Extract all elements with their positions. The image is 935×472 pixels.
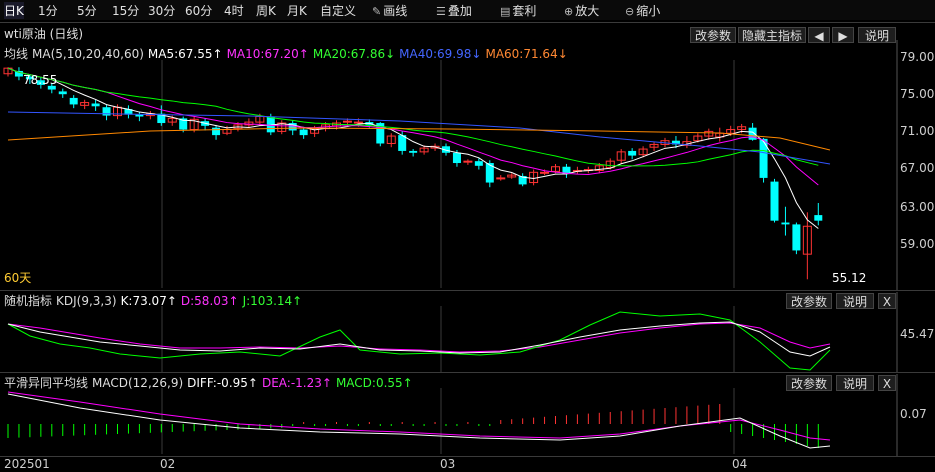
y-tick-67: 67.00 [900, 161, 935, 175]
ma10-line [7, 67, 819, 186]
y-tick-59: 59.00 [900, 237, 935, 251]
candle-body [463, 160, 473, 163]
candle-body [342, 120, 352, 123]
candle-body [759, 138, 768, 178]
high-label: 78.55 [23, 73, 58, 87]
macd-chart[interactable] [0, 374, 935, 456]
macd-y-tick: 0.07 [900, 407, 927, 421]
x-label-202501: 202501 [4, 457, 50, 471]
candle-body [540, 171, 550, 174]
candle-body [814, 215, 823, 221]
y-tick-63: 63.00 [900, 200, 935, 214]
candle-body [58, 91, 67, 95]
y-tick-79: 79.00 [900, 50, 935, 64]
divider [0, 290, 935, 291]
candle-body [69, 97, 78, 105]
candle-body [452, 152, 461, 164]
candle-body [91, 103, 100, 107]
candle-body [212, 127, 221, 136]
macd-diff-line [7, 393, 831, 449]
candle-body [409, 150, 418, 153]
low-label: 55.12 [832, 271, 867, 285]
price-chart[interactable] [0, 0, 935, 290]
candle-body [299, 129, 308, 136]
x-label-03: 03 [440, 457, 456, 471]
candle-body [353, 121, 363, 124]
days-label: 60天 [4, 271, 32, 285]
kdj-y-tick: 45.47 [900, 327, 935, 341]
candle-body [496, 177, 506, 180]
candle-body [102, 107, 111, 116]
divider [0, 372, 935, 373]
candle-body [628, 150, 637, 156]
y-tick-71: 71.00 [900, 124, 935, 138]
kdj-d-line [7, 322, 831, 353]
candle-body [792, 224, 801, 251]
candle-body [781, 222, 790, 225]
candle-body [474, 161, 483, 166]
candle-body [135, 114, 144, 117]
ma40-line [7, 111, 831, 165]
kdj-k-line [7, 321, 831, 357]
candle-body [770, 181, 779, 221]
kdj-chart[interactable] [0, 292, 935, 372]
x-label-02: 02 [160, 457, 176, 471]
x-label-04: 04 [732, 457, 748, 471]
divider [0, 456, 935, 457]
y-tick-75: 75.00 [900, 87, 935, 101]
kdj-j-line [7, 311, 831, 371]
ma5-line [7, 67, 819, 229]
